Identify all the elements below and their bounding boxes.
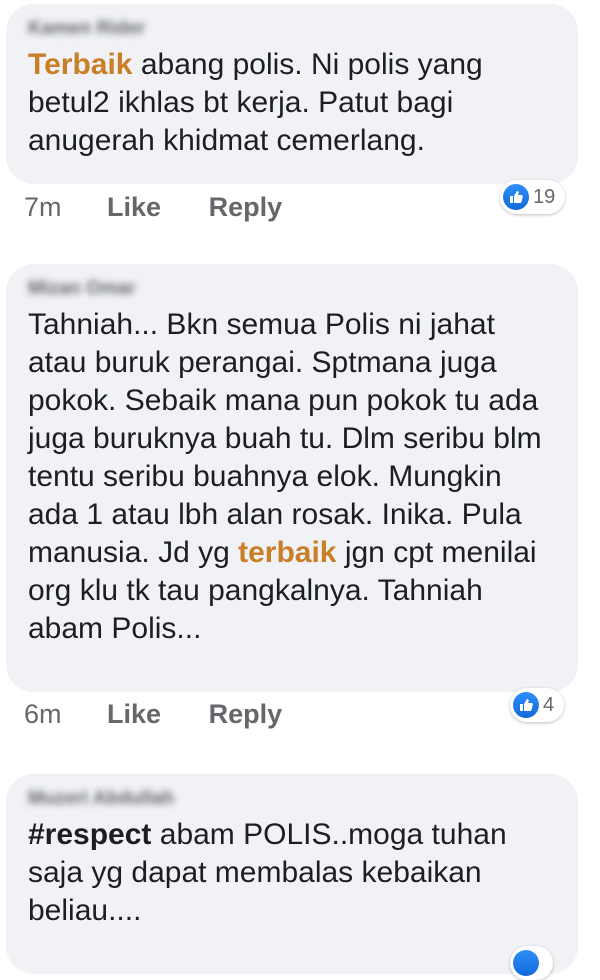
comment-author[interactable]: Mizan Omar	[28, 278, 556, 300]
thumbs-up-icon	[513, 950, 539, 976]
comment-actions: 6m Like Reply	[24, 699, 282, 730]
comment-text: Terbaik abang polis. Ni polis yang betul…	[28, 48, 483, 157]
reaction-count: 19	[533, 185, 556, 208]
reply-button[interactable]: Reply	[209, 699, 283, 730]
comment-text: Tahniah... Bkn semua Polis ni jahat atau…	[28, 308, 542, 645]
reaction-badge[interactable]: 19	[500, 180, 566, 214]
comment-text: #respect abam POLIS..moga tuhan saja yg …	[28, 818, 507, 927]
comment-bubble: Mizan Omar Tahniah... Bkn semua Polis ni…	[6, 264, 578, 692]
highlighted-word: terbaik	[238, 536, 337, 569]
comment-author[interactable]: Kamen Rider	[28, 18, 556, 40]
like-button[interactable]: Like	[107, 192, 161, 223]
timestamp[interactable]: 6m	[24, 699, 62, 730]
reply-button[interactable]: Reply	[209, 192, 283, 223]
hashtag[interactable]: #respect	[28, 818, 151, 851]
reaction-badge[interactable]: 4	[510, 688, 565, 722]
reaction-count: 4	[543, 693, 555, 716]
comment-actions: 7m Like Reply	[24, 192, 282, 223]
comment-bubble: Muzeri Abdullah #respect abam POLIS..mog…	[6, 774, 578, 974]
comment-bubble: Kamen Rider Terbaik abang polis. Ni poli…	[6, 4, 578, 184]
highlighted-word: Terbaik	[28, 48, 133, 81]
thumbs-up-icon	[513, 692, 539, 718]
like-button[interactable]: Like	[107, 699, 161, 730]
thumbs-up-icon	[503, 184, 529, 210]
timestamp[interactable]: 7m	[24, 192, 62, 223]
comment-author[interactable]: Muzeri Abdullah	[28, 788, 556, 810]
reaction-badge[interactable]	[510, 946, 553, 980]
